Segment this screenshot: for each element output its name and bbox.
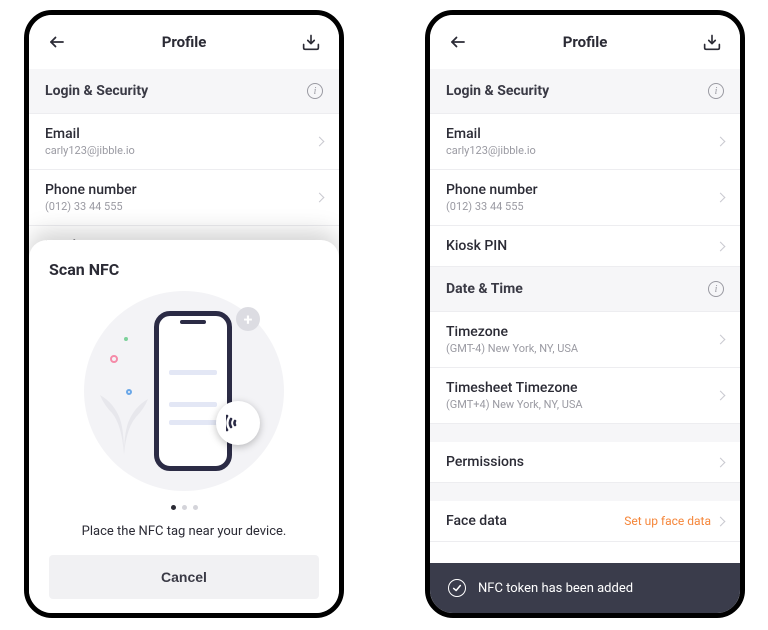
row-value: carly123@jibble.io — [446, 144, 536, 157]
chevron-right-icon — [716, 391, 726, 401]
toast-nfc-added: NFC token has been added — [430, 563, 740, 613]
row-label: Timezone — [446, 324, 578, 340]
phone-illustration-icon — [154, 311, 232, 471]
phone-screen-profile: Profile Login & Security i Email carly12… — [425, 10, 745, 618]
sheet-instruction: Place the NFC tag near your device. — [49, 524, 319, 539]
row-timesheet-timezone[interactable]: Timesheet Timezone (GMT+4) New York, NY,… — [430, 368, 740, 424]
row-value: (GMT+4) New York, NY, USA — [446, 398, 583, 411]
sheet-title: Scan NFC — [49, 260, 319, 279]
decor-dot — [124, 337, 128, 341]
section-title: Login & Security — [45, 83, 148, 99]
toast-message: NFC token has been added — [478, 581, 633, 596]
chevron-right-icon — [716, 516, 726, 526]
row-value: (012) 33 44 555 — [446, 200, 538, 213]
section-title: Login & Security — [446, 83, 549, 99]
row-kiosk-pin[interactable]: Kiosk PIN — [430, 226, 740, 267]
row-label: Timesheet Timezone — [446, 380, 583, 396]
nfc-icon — [216, 401, 260, 445]
info-icon[interactable]: i — [307, 83, 323, 99]
chevron-right-icon — [716, 137, 726, 147]
decor-dot — [126, 389, 132, 395]
row-label: Email — [446, 126, 536, 142]
page-indicator — [49, 505, 319, 510]
info-icon[interactable]: i — [708, 83, 724, 99]
chevron-right-icon — [315, 137, 325, 147]
row-phone[interactable]: Phone number (012) 33 44 555 — [430, 170, 740, 226]
nfc-scan-sheet: Scan NFC + Place the NFC tag — [29, 240, 339, 613]
info-icon[interactable]: i — [708, 281, 724, 297]
download-icon[interactable] — [299, 30, 323, 54]
phone-screen-scan-nfc: Profile Login & Security i Email carly12… — [24, 10, 344, 618]
row-email[interactable]: Email carly123@jibble.io — [430, 114, 740, 170]
plus-decor-icon: + — [236, 307, 260, 331]
row-label: Permissions — [446, 454, 524, 470]
row-label: Email — [45, 126, 135, 142]
chevron-right-icon — [716, 193, 726, 203]
row-label: Phone number — [45, 182, 137, 198]
page-title: Profile — [563, 33, 608, 51]
check-circle-icon — [448, 579, 466, 597]
page-title: Profile — [162, 33, 207, 51]
section-login-security: Login & Security i — [430, 69, 740, 114]
header: Profile — [430, 15, 740, 69]
cancel-button[interactable]: Cancel — [49, 555, 319, 599]
header: Profile — [29, 15, 339, 69]
plant-decor-icon — [94, 385, 154, 455]
section-gap — [430, 483, 740, 501]
section-login-security: Login & Security i — [29, 69, 339, 114]
download-icon[interactable] — [700, 30, 724, 54]
section-date-time: Date & Time i — [430, 267, 740, 312]
row-phone[interactable]: Phone number (012) 33 44 555 — [29, 170, 339, 226]
row-label: Kiosk PIN — [446, 238, 507, 254]
decor-dot — [110, 355, 118, 363]
section-title: Date & Time — [446, 281, 523, 297]
row-value: carly123@jibble.io — [45, 144, 135, 157]
row-email[interactable]: Email carly123@jibble.io — [29, 114, 339, 170]
back-icon[interactable] — [446, 30, 470, 54]
row-value: (GMT-4) New York, NY, USA — [446, 342, 578, 355]
row-timezone[interactable]: Timezone (GMT-4) New York, NY, USA — [430, 312, 740, 368]
row-permissions[interactable]: Permissions — [430, 442, 740, 483]
chevron-right-icon — [716, 457, 726, 467]
face-data-action[interactable]: Set up face data — [624, 514, 711, 528]
chevron-right-icon — [716, 241, 726, 251]
chevron-right-icon — [716, 335, 726, 345]
back-icon[interactable] — [45, 30, 69, 54]
row-label: Phone number — [446, 182, 538, 198]
chevron-right-icon — [315, 193, 325, 203]
row-value: (012) 33 44 555 — [45, 200, 137, 213]
nfc-illustration: + — [84, 291, 284, 491]
section-gap — [430, 424, 740, 442]
row-face-data[interactable]: Face data Set up face data — [430, 501, 740, 542]
row-label: Face data — [446, 513, 507, 529]
